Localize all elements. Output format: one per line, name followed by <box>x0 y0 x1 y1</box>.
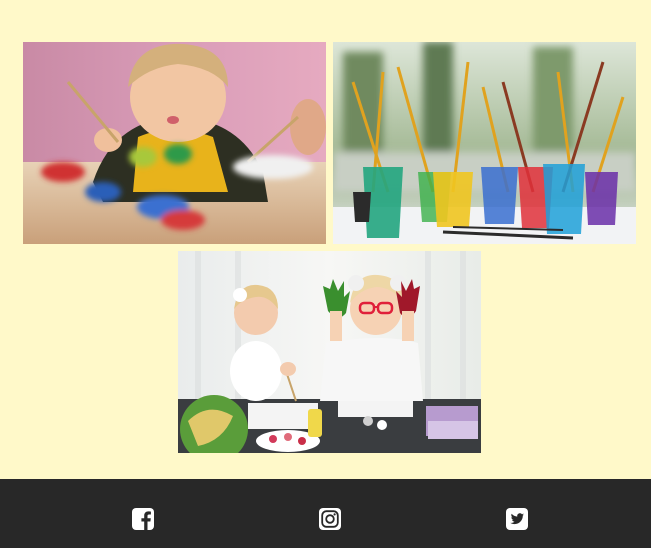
facebook-icon <box>132 508 154 530</box>
paint-cups-brushes-image <box>333 42 636 244</box>
twitter-icon <box>506 508 528 530</box>
girls-painted-hands-image <box>178 251 481 453</box>
twitter-link[interactable] <box>505 507 529 531</box>
boy-painting-image <box>23 42 326 244</box>
photo-gallery <box>0 0 651 479</box>
instagram-link[interactable] <box>318 507 342 531</box>
boy-painting-photo <box>23 42 326 244</box>
instagram-icon <box>319 508 341 530</box>
facebook-link[interactable] <box>131 507 155 531</box>
paint-cups-brushes-photo <box>333 42 636 244</box>
site-footer <box>0 479 651 548</box>
girls-painted-hands-photo <box>178 251 481 453</box>
page <box>0 0 651 548</box>
